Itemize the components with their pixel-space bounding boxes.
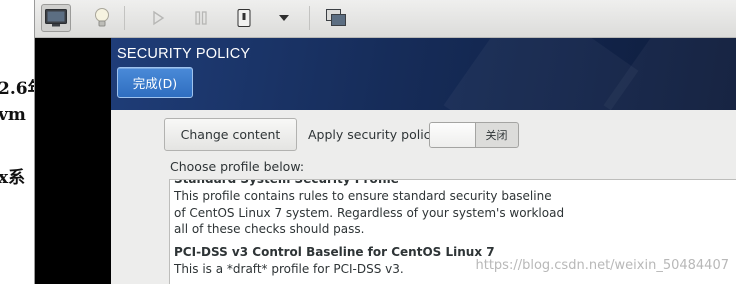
apply-policy-switch[interactable]: 关闭 — [429, 122, 519, 148]
background-text: vm — [0, 105, 26, 125]
profile-description: all of these checks should pass. — [174, 222, 365, 237]
switch-knob — [430, 123, 476, 147]
profile-description: This profile contains rules to ensure st… — [174, 188, 552, 203]
run-button[interactable] — [143, 4, 173, 32]
toolbar-separator — [309, 6, 310, 30]
shutdown-button[interactable] — [229, 4, 259, 32]
change-content-button[interactable]: Change content — [164, 118, 297, 151]
pause-icon — [195, 11, 207, 25]
power-icon — [237, 9, 251, 27]
background-text: x系 — [0, 168, 26, 188]
pause-button[interactable] — [186, 4, 216, 32]
profile-description: This is a *draft* profile for PCI-DSS v3… — [174, 261, 404, 276]
profile-title: PCI-DSS v3 Control Baseline for CentOS L… — [174, 245, 495, 259]
details-button[interactable] — [87, 4, 117, 32]
choose-profile-label: Choose profile below: — [170, 159, 305, 174]
screens-icon — [326, 9, 346, 26]
background-page: 2.6年 vm x系 — [0, 0, 34, 284]
triangle-down-icon — [279, 15, 289, 21]
list-item[interactable]: PCI-DSS v3 Control Baseline for CentOS L… — [174, 244, 495, 278]
done-button[interactable]: 完成(D) — [117, 67, 193, 98]
toolbar-separator — [124, 6, 125, 30]
spoke-header: SECURITY POLICY 完成(D) — [111, 38, 736, 110]
background-text: 2.6年 — [0, 79, 34, 99]
console-view-button[interactable] — [41, 4, 71, 32]
page-title: SECURITY POLICY — [117, 46, 251, 62]
switch-state-label: 关闭 — [485, 129, 508, 142]
watermark: https://blog.csdn.net/weixin_50484407 — [475, 258, 729, 273]
list-item[interactable]: Standard System Security Profile This pr… — [174, 179, 565, 238]
play-icon — [153, 10, 165, 26]
profile-description: of CentOS Linux 7 system. Regardless of … — [174, 205, 565, 220]
fullscreen-button[interactable] — [321, 4, 351, 32]
monitor-icon — [45, 9, 67, 27]
shutdown-menu-button[interactable] — [269, 4, 299, 32]
vm-window: SECURITY POLICY 完成(D) Change content App… — [34, 0, 736, 284]
apply-policy-label: Apply security policy: — [308, 127, 442, 142]
vm-toolbar — [35, 0, 736, 38]
installer-sidebar — [35, 38, 111, 284]
profile-title: Standard System Security Profile — [174, 179, 399, 186]
lightbulb-icon — [95, 8, 109, 27]
